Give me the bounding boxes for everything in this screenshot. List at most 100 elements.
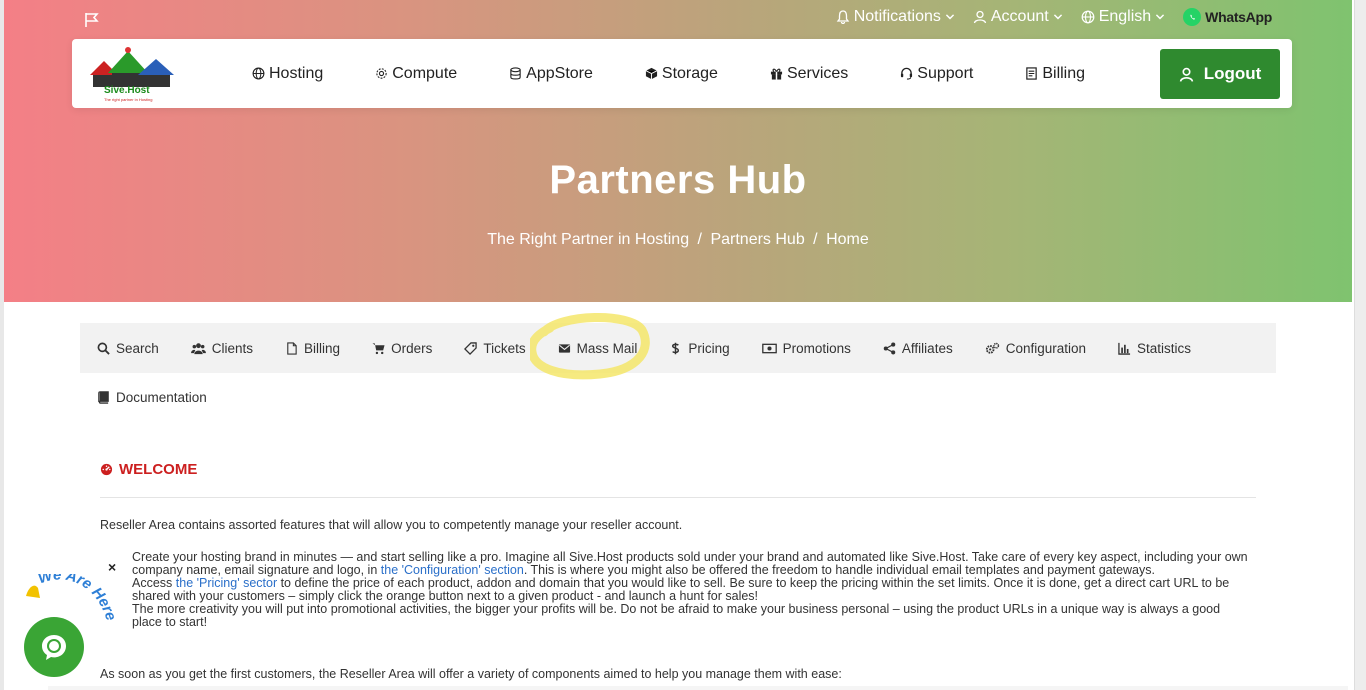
notifications-label: Notifications <box>853 8 941 25</box>
logo-tagline: The right partner in Hosting <box>104 97 153 102</box>
notice-paragraph-1: Create your hosting brand in minutes — a… <box>132 551 1252 577</box>
top-utility-bar: Notifications Account English WhatsApp <box>836 8 1272 26</box>
notice-text: Access <box>132 576 176 590</box>
logout-button[interactable]: Logout <box>1160 49 1280 99</box>
flag-icon[interactable] <box>84 12 100 28</box>
tab-affiliates[interactable]: Affiliates <box>883 341 953 356</box>
hero-banner: Notifications Account English WhatsApp S… <box>4 0 1352 302</box>
tab-promotions-label: Promotions <box>782 340 851 356</box>
scrollbar-track[interactable] <box>1354 0 1366 690</box>
chevron-down-icon <box>1053 14 1062 20</box>
welcome-heading: WELCOME <box>100 461 197 478</box>
page-title: Partners Hub <box>549 158 807 202</box>
intro-text: Reseller Area contains assorted features… <box>100 518 683 532</box>
tab-pricing-label: Pricing <box>688 340 730 356</box>
notice-text: to define the price of each product, add… <box>132 576 1230 603</box>
tab-orders[interactable]: Orders <box>372 341 432 356</box>
envelope-icon <box>558 343 570 353</box>
globe-icon <box>1081 10 1095 24</box>
language-label: English <box>1098 8 1152 25</box>
money-bill-icon <box>761 343 777 353</box>
notice-paragraph-2: Access the 'Pricing' sector to define th… <box>132 577 1252 603</box>
site-logo[interactable]: Sive.Host The right partner in Hosting <box>86 45 182 103</box>
tab-promotions[interactable]: Promotions <box>761 340 851 356</box>
tab-affiliates-label: Affiliates <box>901 340 953 356</box>
tab-statistics[interactable]: Statistics <box>1118 341 1191 356</box>
nav-billing[interactable]: Billing <box>1025 65 1085 83</box>
tab-tickets-label: Tickets <box>483 340 526 356</box>
chevron-down-icon <box>1156 14 1165 20</box>
tab-tickets[interactable]: Tickets <box>464 340 526 356</box>
tab-search-label: Search <box>116 340 159 356</box>
chevron-down-icon <box>945 14 954 20</box>
nav-storage[interactable]: Storage <box>645 65 718 83</box>
user-icon <box>973 10 987 24</box>
nav-hosting-label: Hosting <box>269 64 324 82</box>
invoice-icon <box>1026 67 1038 80</box>
nav-billing-label: Billing <box>1042 64 1086 82</box>
globe-icon <box>252 67 265 80</box>
window-bottom-edge <box>48 686 1348 690</box>
nav-hosting[interactable]: Hosting <box>252 65 323 83</box>
nav-appstore[interactable]: AppStore <box>509 65 593 83</box>
tab-configuration[interactable]: Configuration <box>985 341 1086 356</box>
notice-text: . This is where you might also be offere… <box>523 563 1155 577</box>
nav-support-label: Support <box>917 64 974 82</box>
tab-clients-label: Clients <box>211 340 254 356</box>
pricing-link[interactable]: the 'Pricing' sector <box>176 576 277 590</box>
breadcrumb-item-partners-hub[interactable]: Partners Hub <box>710 231 804 248</box>
tab-documentation[interactable]: Documentation <box>97 390 207 405</box>
account-menu[interactable]: Account <box>973 8 1063 26</box>
breadcrumb-separator: / <box>813 231 818 248</box>
nav-services-label: Services <box>786 64 849 82</box>
components-intro-text: As soon as you get the first customers, … <box>100 667 842 681</box>
file-icon <box>287 341 297 355</box>
chat-open-button[interactable] <box>24 617 84 677</box>
tab-mass-mail[interactable]: Mass Mail <box>558 340 638 356</box>
main-navbar: Sive.Host The right partner in Hosting H… <box>72 39 1292 108</box>
main-nav: Hosting Compute AppStore Storage Service… <box>252 39 1137 108</box>
dollar-icon <box>672 342 680 354</box>
nav-appstore-label: AppStore <box>526 64 593 82</box>
nav-storage-label: Storage <box>661 64 718 82</box>
tab-billing[interactable]: Billing <box>285 341 340 356</box>
reseller-tabs: Search Clients Billing Orders Tickets Ma… <box>80 323 1276 373</box>
whatsapp-link[interactable]: WhatsApp <box>1183 8 1272 26</box>
bar-chart-icon <box>1118 342 1131 355</box>
chat-badge-label: We Are Here! <box>20 574 119 623</box>
close-notice-button[interactable]: × <box>108 559 116 575</box>
breadcrumb-separator: / <box>697 231 702 248</box>
tab-mass-mail-label: Mass Mail <box>576 340 638 356</box>
nav-services[interactable]: Services <box>770 65 848 83</box>
notice-paragraph-3: The more creativity you will put into pr… <box>132 602 1221 629</box>
gear-icon <box>376 68 387 79</box>
breadcrumb-item-root[interactable]: The Right Partner in Hosting <box>487 231 689 248</box>
nav-support[interactable]: Support <box>900 65 973 83</box>
logo-text: Sive.Host <box>104 85 150 96</box>
tab-statistics-label: Statistics <box>1137 340 1192 356</box>
cart-icon <box>372 342 385 354</box>
user-icon <box>1179 67 1193 82</box>
gift-icon <box>770 68 783 80</box>
tab-clients[interactable]: Clients <box>190 340 254 356</box>
nav-compute[interactable]: Compute <box>375 65 457 83</box>
chat-bubble-icon <box>42 635 66 660</box>
language-menu[interactable]: English <box>1081 8 1165 26</box>
tab-search[interactable]: Search <box>97 341 159 356</box>
configuration-link[interactable]: the 'Configuration' section <box>381 563 524 577</box>
bell-icon <box>836 10 850 24</box>
logout-label: Logout <box>1203 64 1262 83</box>
database-icon <box>510 67 521 80</box>
search-icon <box>97 342 110 355</box>
tab-configuration-label: Configuration <box>1005 340 1087 356</box>
account-label: Account <box>990 8 1049 25</box>
gears-icon <box>985 342 999 354</box>
chat-widget[interactable]: We Are Here! <box>20 574 120 677</box>
tab-pricing[interactable]: Pricing <box>669 340 730 356</box>
reseller-notice: Create your hosting brand in minutes — a… <box>132 551 1252 629</box>
tag-icon <box>464 341 478 355</box>
notifications-menu[interactable]: Notifications <box>836 8 955 26</box>
nav-compute-label: Compute <box>392 64 458 82</box>
whatsapp-label: WhatsApp <box>1205 9 1272 25</box>
headset-icon <box>901 67 913 80</box>
